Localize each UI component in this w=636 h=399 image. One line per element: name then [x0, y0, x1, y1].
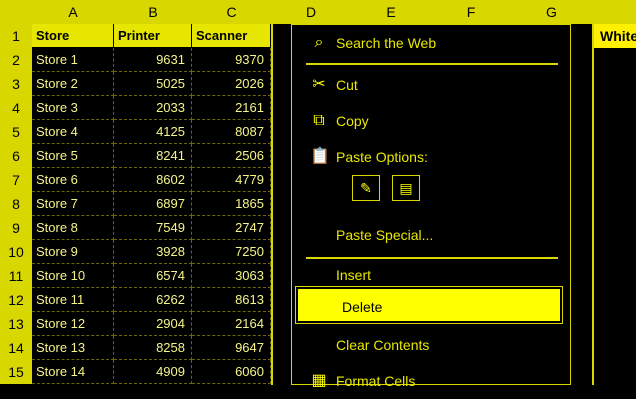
menu-item-label: Format Cells: [336, 373, 416, 389]
row-header-10[interactable]: 10: [0, 240, 32, 265]
cell-c4[interactable]: 2161: [192, 96, 271, 120]
menu-item-copy[interactable]: ⧉ Copy: [292, 103, 570, 139]
menu-item-label: Paste Options:: [336, 149, 428, 165]
paste-values-icon[interactable]: ▤: [392, 175, 420, 201]
cell-a4[interactable]: Store 3: [32, 96, 114, 120]
row-header-2[interactable]: 2: [0, 48, 32, 73]
header-cell-h1[interactable]: White: [594, 24, 636, 48]
cell-b14[interactable]: 8258: [114, 336, 192, 360]
cell-c13[interactable]: 2164: [192, 312, 271, 336]
column-h-cells[interactable]: White: [592, 24, 636, 385]
menu-item-label: Delete: [342, 299, 383, 315]
menu-item-label: Cut: [336, 77, 358, 93]
cell-a2[interactable]: Store 1: [32, 48, 114, 72]
column-header-g[interactable]: G: [511, 0, 593, 24]
menu-item-label: Copy: [336, 113, 369, 129]
menu-item-paste-options: 📋 Paste Options:: [292, 139, 570, 175]
column-header-f[interactable]: F: [431, 0, 512, 24]
paste-options-row: ✎ ▤: [352, 175, 420, 201]
row-header-11[interactable]: 11: [0, 264, 32, 289]
row-header-8[interactable]: 8: [0, 192, 32, 217]
menu-item-label: Search the Web: [336, 35, 437, 51]
cell-c3[interactable]: 2026: [192, 72, 271, 96]
menu-item-label: Insert: [336, 267, 372, 283]
cell-c14[interactable]: 9647: [192, 336, 271, 360]
cell-a3[interactable]: Store 2: [32, 72, 114, 96]
cell-a9[interactable]: Store 8: [32, 216, 114, 240]
row-header-12[interactable]: 12: [0, 288, 32, 313]
cell-a11[interactable]: Store 10: [32, 264, 114, 288]
row-header-3[interactable]: 3: [0, 72, 32, 97]
row-header-4[interactable]: 4: [0, 96, 32, 121]
column-header-c[interactable]: C: [192, 0, 272, 24]
cell-b11[interactable]: 6574: [114, 264, 192, 288]
cell-b3[interactable]: 5025: [114, 72, 192, 96]
row-header-15[interactable]: 15: [0, 360, 32, 385]
paste-keep-source-icon[interactable]: ✎: [352, 175, 380, 201]
row-header-14[interactable]: 14: [0, 336, 32, 361]
context-menu: ⌕ Search the Web ✂ Cut ⧉ Copy 📋 Paste Op…: [291, 24, 571, 389]
cell-a12[interactable]: Store 11: [32, 288, 114, 312]
cell-b8[interactable]: 6897: [114, 192, 192, 216]
cell-c11[interactable]: 3063: [192, 264, 271, 288]
menu-item-paste-special[interactable]: Paste Special...: [292, 217, 570, 253]
column-header-d[interactable]: D: [271, 0, 352, 24]
cell-a10[interactable]: Store 9: [32, 240, 114, 264]
column-header-a[interactable]: A: [32, 0, 115, 24]
header-cell-a1[interactable]: Store: [32, 24, 114, 48]
cell-a8[interactable]: Store 7: [32, 192, 114, 216]
cell-b13[interactable]: 2904: [114, 312, 192, 336]
cell-c6[interactable]: 2506: [192, 144, 271, 168]
format-cells-icon: ▦: [311, 372, 327, 389]
cell-b9[interactable]: 7549: [114, 216, 192, 240]
cell-b12[interactable]: 6262: [114, 288, 192, 312]
column-d-cells[interactable]: [271, 24, 293, 385]
cell-c7[interactable]: 4779: [192, 168, 271, 192]
menu-item-delete[interactable]: Delete: [296, 287, 562, 323]
cell-a6[interactable]: Store 5: [32, 144, 114, 168]
header-cell-b1[interactable]: Printer: [114, 24, 192, 48]
row-header-5[interactable]: 5: [0, 120, 32, 145]
menu-item-search-the-web[interactable]: ⌕ Search the Web: [292, 25, 570, 61]
cell-b5[interactable]: 4125: [114, 120, 192, 144]
cell-c12[interactable]: 8613: [192, 288, 271, 312]
cell-b4[interactable]: 2033: [114, 96, 192, 120]
cell-c9[interactable]: 2747: [192, 216, 271, 240]
menu-item-clear-contents[interactable]: Clear Contents: [292, 327, 570, 363]
column-header-e[interactable]: E: [351, 0, 432, 24]
menu-item-label: Clear Contents: [336, 337, 430, 353]
corner-select-all[interactable]: [0, 0, 33, 24]
cell-c10[interactable]: 7250: [192, 240, 271, 264]
search-icon: ⌕: [314, 34, 324, 51]
cell-b6[interactable]: 8241: [114, 144, 192, 168]
copy-icon: ⧉: [313, 112, 325, 129]
cell-b10[interactable]: 3928: [114, 240, 192, 264]
row-header-7[interactable]: 7: [0, 168, 32, 193]
column-header-h[interactable]: [592, 0, 636, 24]
row-header-1[interactable]: 1: [0, 24, 32, 49]
cell-a7[interactable]: Store 6: [32, 168, 114, 192]
header-cell-c1[interactable]: Scanner: [192, 24, 271, 48]
paste-icon: 📋: [310, 148, 330, 165]
row-header-6[interactable]: 6: [0, 144, 32, 169]
cell-c5[interactable]: 8087: [192, 120, 271, 144]
cell-c2[interactable]: 9370: [192, 48, 271, 72]
cell-b7[interactable]: 8602: [114, 168, 192, 192]
menu-item-cut[interactable]: ✂ Cut: [292, 67, 570, 103]
row-header-13[interactable]: 13: [0, 312, 32, 337]
cell-c8[interactable]: 1865: [192, 192, 271, 216]
cell-a15[interactable]: Store 14: [32, 360, 114, 384]
cell-b2[interactable]: 9631: [114, 48, 192, 72]
cell-a13[interactable]: Store 12: [32, 312, 114, 336]
scissors-icon: ✂: [312, 76, 326, 93]
column-header-b[interactable]: B: [114, 0, 193, 24]
cell-a14[interactable]: Store 13: [32, 336, 114, 360]
cell-c15[interactable]: 6060: [192, 360, 271, 384]
cell-a5[interactable]: Store 4: [32, 120, 114, 144]
menu-item-format-cells[interactable]: ▦ Format Cells: [292, 363, 570, 399]
menu-separator: [306, 63, 558, 65]
cell-b15[interactable]: 4909: [114, 360, 192, 384]
menu-item-label: Paste Special...: [336, 227, 434, 243]
row-header-9[interactable]: 9: [0, 216, 32, 241]
